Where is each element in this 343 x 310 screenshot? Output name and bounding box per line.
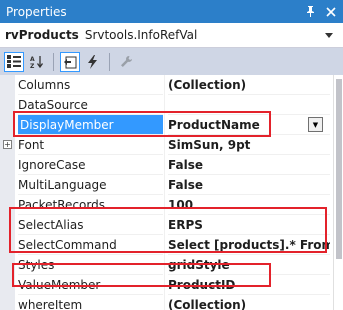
property-value[interactable]: ProductName	[168, 115, 330, 135]
property-value[interactable]: Select [products].* From [	[168, 235, 330, 255]
property-name[interactable]: Columns	[18, 75, 163, 95]
property-row[interactable]: Columns (Collection)	[0, 75, 333, 95]
scrollbar-thumb[interactable]	[336, 79, 342, 259]
toolbar-separator	[109, 52, 110, 71]
property-value[interactable]: gridStyle	[168, 255, 330, 275]
column-divider[interactable]	[164, 235, 165, 255]
property-row[interactable]: MultiLanguage False	[0, 175, 333, 195]
events-icon[interactable]	[83, 52, 103, 72]
property-row[interactable]: SelectCommand Select [products].* From [	[0, 235, 333, 255]
property-value[interactable]: ProductID	[168, 275, 330, 295]
property-rows: Columns (Collection) DataSource DisplayMemb…	[0, 75, 333, 310]
column-divider[interactable]	[164, 75, 165, 95]
dropdown-button[interactable]: ▼	[308, 117, 323, 132]
property-name[interactable]: whereItem	[18, 295, 163, 310]
property-name[interactable]: Font	[18, 135, 163, 155]
property-value[interactable]: (Collection)	[168, 295, 330, 310]
property-row[interactable]: + Font SimSun, 9pt	[0, 135, 333, 155]
window-title: Properties	[6, 4, 67, 19]
column-divider[interactable]	[164, 135, 165, 155]
property-grid: Columns (Collection) DataSource DisplayMemb…	[0, 75, 343, 310]
column-divider[interactable]	[164, 195, 165, 215]
column-divider[interactable]	[164, 295, 165, 310]
close-icon[interactable]	[322, 3, 340, 21]
object-type: Srvtools.InfoRefVal	[84, 28, 198, 42]
property-name[interactable]: Styles	[18, 255, 163, 275]
expand-icon[interactable]: +	[3, 140, 12, 149]
vertical-scrollbar[interactable]	[333, 75, 343, 310]
property-row[interactable]: DataSource	[0, 95, 333, 115]
column-divider[interactable]	[164, 95, 165, 115]
column-divider[interactable]	[164, 155, 165, 175]
property-pages-icon	[116, 52, 136, 72]
column-divider[interactable]	[164, 215, 165, 235]
title-bar: Properties	[0, 0, 343, 23]
property-name[interactable]: MultiLanguage	[18, 175, 163, 195]
property-value[interactable]: ERPS	[168, 215, 330, 235]
property-name[interactable]: IgnoreCase	[18, 155, 163, 175]
svg-text:Z: Z	[30, 63, 35, 69]
property-value[interactable]: False	[168, 175, 330, 195]
property-value[interactable]: SimSun, 9pt	[168, 135, 330, 155]
property-value[interactable]: False	[168, 155, 330, 175]
object-selector[interactable]: rvProducts Srvtools.InfoRefVal	[0, 23, 343, 48]
property-row[interactable]: PacketRecords 100	[0, 195, 333, 215]
property-name[interactable]: DataSource	[18, 95, 163, 115]
properties-icon[interactable]	[60, 51, 80, 72]
column-divider[interactable]	[164, 115, 165, 135]
property-row[interactable]: DisplayMember ProductName ▼	[0, 115, 333, 135]
chevron-down-icon: ▼	[312, 120, 319, 129]
alphabetical-icon[interactable]: AZ	[27, 52, 47, 72]
property-name[interactable]: SelectAlias	[18, 215, 163, 235]
column-divider[interactable]	[164, 275, 165, 295]
property-value[interactable]: (Collection)	[168, 75, 330, 95]
property-row[interactable]: ValueMember ProductID	[0, 275, 333, 295]
property-name[interactable]: SelectCommand	[18, 235, 163, 255]
pin-icon[interactable]	[301, 3, 319, 21]
toolbar-separator	[53, 52, 54, 71]
property-name[interactable]: PacketRecords	[18, 195, 163, 215]
property-value[interactable]: 100	[168, 195, 330, 215]
property-row[interactable]: SelectAlias ERPS	[0, 215, 333, 235]
property-name[interactable]: ValueMember	[18, 275, 163, 295]
column-divider[interactable]	[164, 175, 165, 195]
property-name[interactable]: DisplayMember	[18, 115, 163, 135]
object-name: rvProducts	[5, 28, 79, 42]
property-row[interactable]: Styles gridStyle	[0, 255, 333, 275]
property-row[interactable]: IgnoreCase False	[0, 155, 333, 175]
chevron-down-icon[interactable]	[321, 27, 337, 43]
column-divider[interactable]	[164, 255, 165, 275]
categorized-icon[interactable]	[4, 51, 24, 72]
svg-text:A: A	[30, 56, 35, 63]
property-row[interactable]: whereItem (Collection)	[0, 295, 333, 310]
properties-toolbar: AZ	[0, 48, 343, 75]
property-value[interactable]	[168, 95, 330, 115]
